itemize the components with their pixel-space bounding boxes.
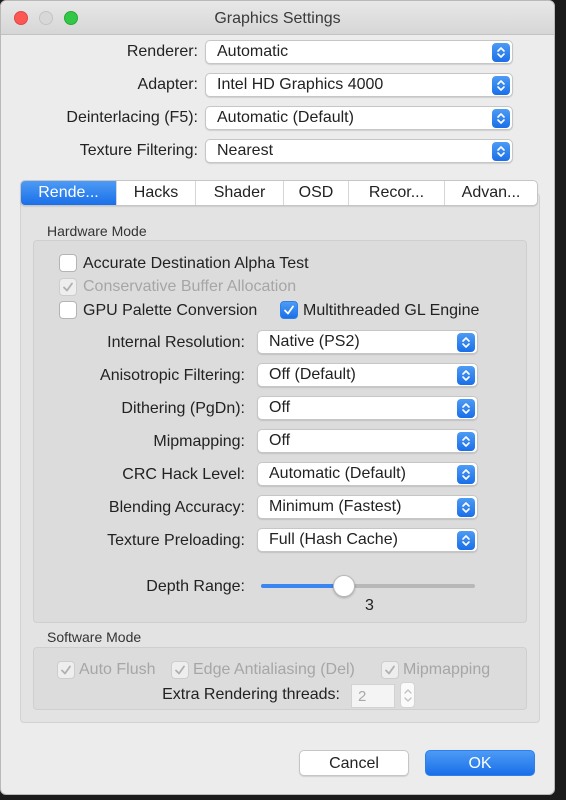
blending-accuracy-value: Minimum (Fastest) (269, 498, 402, 515)
checkmark-icon (61, 665, 71, 675)
chevron-updown-icon (457, 333, 475, 352)
accurate-alpha-test-label: Accurate Destination Alpha Test (83, 255, 309, 272)
crc-hack-level-label: CRC Hack Level: (122, 466, 245, 483)
anisotropic-filtering-select[interactable]: Off (Default) (257, 363, 478, 387)
adapter-label: Adapter: (137, 76, 198, 93)
deinterlacing-value: Automatic (Default) (217, 109, 354, 126)
crc-hack-level-value: Automatic (Default) (269, 465, 406, 482)
edge-antialiasing-checkbox (171, 661, 189, 679)
dithering-label: Dithering (PgDn): (121, 400, 245, 417)
multithreaded-gl-label: Multithreaded GL Engine (303, 302, 480, 319)
multithreaded-gl-checkbox[interactable] (280, 301, 298, 319)
anisotropic-filtering-value: Off (Default) (269, 366, 356, 383)
deinterlacing-select[interactable]: Automatic (Default) (205, 106, 513, 130)
chevron-updown-icon (457, 465, 475, 484)
internal-resolution-select[interactable]: Native (PS2) (257, 330, 478, 354)
depth-range-slider[interactable] (261, 575, 475, 597)
texture-preloading-select[interactable]: Full (Hash Cache) (257, 528, 478, 552)
renderer-label: Renderer: (126, 43, 198, 60)
crc-hack-level-select[interactable]: Automatic (Default) (257, 462, 478, 486)
checkmark-icon (175, 665, 185, 675)
chevron-updown-icon (457, 531, 475, 550)
software-mipmapping-checkbox (381, 661, 399, 679)
renderer-select[interactable]: Automatic (205, 40, 513, 64)
accurate-alpha-test-checkbox[interactable] (59, 254, 77, 272)
tab-shader[interactable]: Shader (196, 181, 284, 205)
mipmapping-label: Mipmapping: (153, 433, 245, 450)
tab-hacks[interactable]: Hacks (117, 181, 196, 205)
window-title: Graphics Settings (214, 10, 341, 27)
mipmapping-select[interactable]: Off (257, 429, 478, 453)
graphics-settings-window: Graphics Settings Renderer: Automatic Ad… (0, 0, 555, 795)
mipmapping-value: Off (269, 432, 291, 449)
chevron-updown-icon (457, 432, 475, 451)
dithering-select[interactable]: Off (257, 396, 478, 420)
tab-advanced[interactable]: Advan... (445, 181, 537, 205)
deinterlacing-label: Deinterlacing (F5): (66, 109, 198, 126)
checkmark-icon (284, 305, 294, 315)
gpu-palette-checkbox[interactable] (59, 301, 77, 319)
title-bar: Graphics Settings (1, 1, 554, 35)
depth-range-handle[interactable] (333, 575, 355, 597)
chevron-updown-icon (492, 43, 510, 62)
checkmark-icon (63, 282, 73, 292)
chevron-updown-icon (457, 366, 475, 385)
blending-accuracy-label: Blending Accuracy: (108, 499, 245, 516)
tab-recording[interactable]: Recor... (349, 181, 445, 205)
chevron-updown-icon (492, 76, 510, 95)
texture-preloading-label: Texture Preloading: (107, 532, 245, 549)
adapter-select[interactable]: Intel HD Graphics 4000 (205, 73, 513, 97)
renderer-value: Automatic (217, 43, 289, 60)
chevron-updown-icon (492, 109, 510, 128)
chevron-updown-icon (404, 689, 412, 702)
conservative-buffer-label: Conservative Buffer Allocation (83, 278, 297, 295)
software-mode-title: Software Mode (47, 629, 142, 645)
gpu-palette-label: GPU Palette Conversion (83, 302, 258, 319)
texture-filtering-select[interactable]: Nearest (205, 139, 513, 163)
auto-flush-label: Auto Flush (79, 661, 156, 678)
tab-renderer[interactable]: Rende... (21, 181, 117, 205)
extra-threads-stepper (400, 682, 415, 708)
texture-filtering-label: Texture Filtering: (79, 142, 198, 159)
auto-flush-checkbox (57, 661, 75, 679)
chevron-updown-icon (457, 498, 475, 517)
settings-tab-bar: Rende... Hacks Shader OSD Recor... Advan… (20, 180, 538, 206)
depth-range-value: 3 (365, 597, 374, 614)
chevron-updown-icon (457, 399, 475, 418)
tab-osd[interactable]: OSD (284, 181, 349, 205)
cancel-button[interactable]: Cancel (299, 750, 409, 776)
depth-range-fill (261, 584, 344, 588)
hardware-mode-title: Hardware Mode (47, 223, 147, 239)
texture-filtering-value: Nearest (217, 142, 274, 159)
extra-threads-label: Extra Rendering threads: (162, 686, 340, 703)
chevron-updown-icon (492, 142, 510, 161)
blending-accuracy-select[interactable]: Minimum (Fastest) (257, 495, 478, 519)
internal-resolution-value: Native (PS2) (269, 333, 360, 350)
conservative-buffer-checkbox (59, 278, 77, 296)
extra-threads-input: 2 (351, 684, 395, 708)
checkmark-icon (385, 665, 395, 675)
edge-antialiasing-label: Edge Antialiasing (Del) (193, 661, 355, 678)
depth-range-label: Depth Range: (146, 578, 245, 595)
ok-button[interactable]: OK (425, 750, 535, 776)
adapter-value: Intel HD Graphics 4000 (217, 76, 384, 93)
internal-resolution-label: Internal Resolution: (107, 334, 245, 351)
dithering-value: Off (269, 399, 291, 416)
software-mipmapping-label: Mipmapping (403, 661, 491, 678)
anisotropic-filtering-label: Anisotropic Filtering: (100, 367, 245, 384)
texture-preloading-value: Full (Hash Cache) (269, 531, 398, 548)
